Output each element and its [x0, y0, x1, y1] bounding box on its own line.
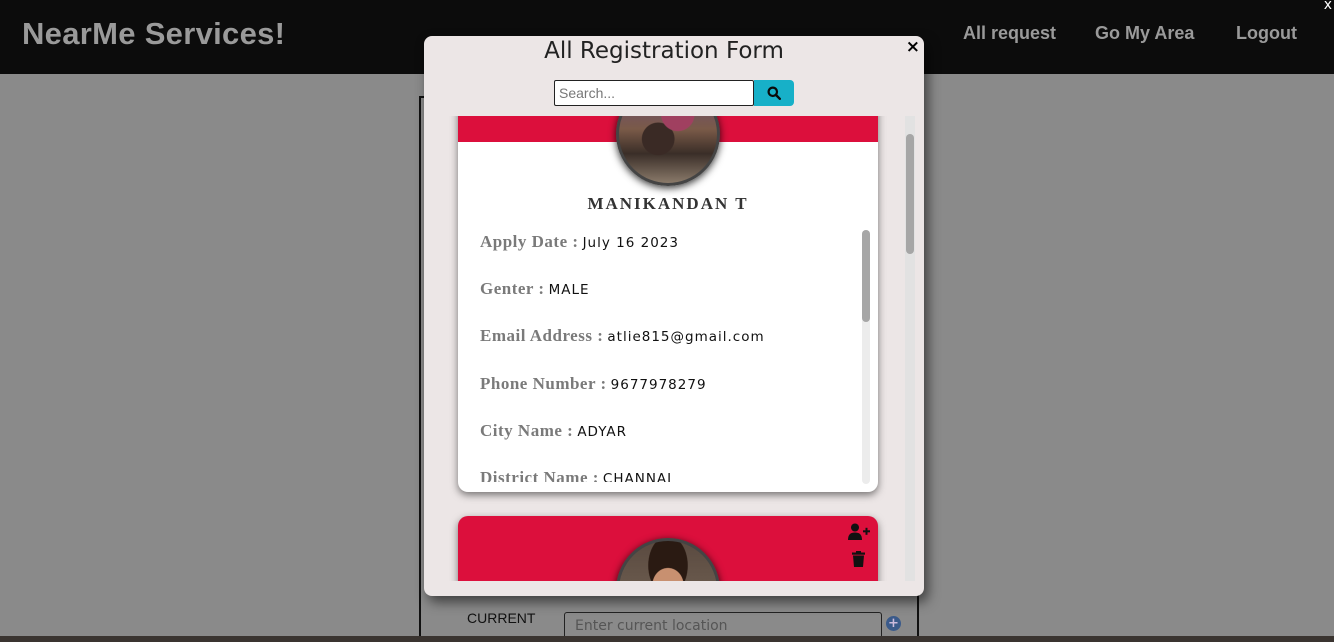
detail-value: ADYAR: [577, 423, 628, 440]
detail-value: July 16 2023: [582, 235, 679, 251]
card-name: MANIKANDAN T: [587, 194, 749, 213]
detail-label: Apply Date :: [480, 232, 579, 251]
search-input[interactable]: [554, 80, 754, 106]
detail-district: District Name : CHANNAI: [480, 464, 870, 482]
search-button[interactable]: [754, 80, 794, 106]
details-scrollbar[interactable]: [862, 230, 870, 484]
detail-value: 9677978279: [610, 376, 707, 393]
add-user-icon[interactable]: [848, 523, 870, 541]
detail-label: Phone Number :: [480, 373, 607, 393]
detail-label: District Name :: [480, 467, 599, 482]
registration-card: [458, 516, 878, 581]
details-scrollbar-thumb[interactable]: [862, 230, 870, 322]
nav-logout[interactable]: Logout: [1236, 23, 1297, 44]
corner-close-icon[interactable]: x: [1324, 0, 1332, 13]
detail-phone: Phone Number : 9677978279: [480, 370, 870, 417]
detail-label: Genter :: [480, 279, 545, 299]
detail-city: City Name : ADYAR: [480, 417, 870, 464]
detail-gender: Genter : MALE: [480, 275, 870, 322]
detail-email: Email Address : atlie815@gmail.com: [480, 322, 870, 369]
modal-title: All Registration Form: [544, 38, 784, 64]
current-location-label: CURRENT: [467, 610, 536, 626]
page-bottom-strip: [0, 636, 1334, 642]
modal-close-button[interactable]: ×: [906, 37, 920, 57]
detail-value: CHANNAI: [602, 470, 673, 482]
modal-card-list[interactable]: MANIKANDAN T Apply Date : July 16 2023 G…: [424, 116, 924, 581]
avatar: [616, 538, 720, 581]
detail-label: Email Address :: [480, 326, 604, 346]
card-details[interactable]: Apply Date : July 16 2023 Genter : MALE …: [480, 228, 870, 482]
detail-value: atlie815@gmail.com: [607, 329, 765, 346]
modal-scrollbar-thumb[interactable]: [906, 134, 914, 254]
nav-all-request[interactable]: All request: [963, 23, 1056, 44]
add-location-icon[interactable]: +: [886, 616, 901, 631]
brand-title[interactable]: NearMe Services!: [22, 16, 285, 52]
nav-go-my-area[interactable]: Go My Area: [1095, 23, 1194, 44]
modal-scrollbar[interactable]: [905, 116, 915, 581]
detail-label: City Name :: [480, 420, 574, 440]
avatar: [616, 116, 720, 186]
detail-apply-date: Apply Date : July 16 2023: [480, 228, 870, 275]
registration-modal: All Registration Form × MANIKANDAN T App…: [424, 36, 924, 596]
trash-icon[interactable]: [852, 551, 865, 567]
search-icon: [767, 86, 781, 100]
detail-value: MALE: [548, 282, 590, 299]
registration-card: MANIKANDAN T Apply Date : July 16 2023 G…: [458, 116, 878, 492]
